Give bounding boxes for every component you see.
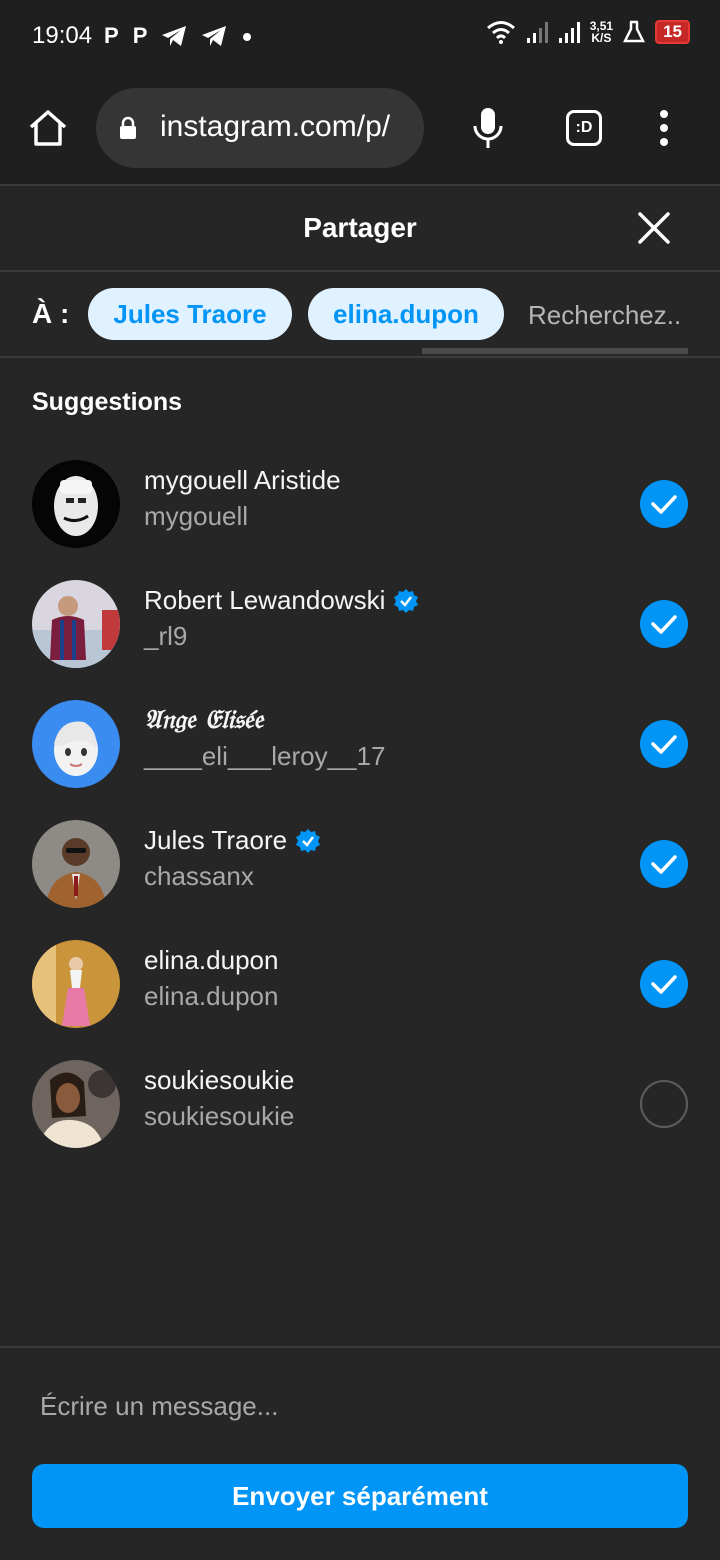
telegram-icon [202,26,227,46]
p-app-icon: P [104,23,119,48]
contact-handle: _rl9 [144,621,188,651]
recipients-row: À : Jules Traore elina.dupon Recherchez.… [0,272,720,356]
checkmark-icon [651,855,677,874]
contact-name-text: soukiesoukie [144,1065,295,1095]
search-underline [422,348,688,354]
url-text: instagram.com/p/ [160,110,391,143]
contact-handle: ____eli___leroy__17 [144,741,386,771]
contact-handle: soukiesoukie [144,1101,295,1131]
contact-name-text: Jules Traore [144,825,288,855]
contact-name-text: mygouell Aristide [144,465,341,495]
avatar [32,460,120,548]
browser-toolbar: instagram.com/p/ :D [0,72,720,184]
contact-name-text: Robert Lewandowski [144,585,386,615]
avatar [32,1060,120,1148]
message-input[interactable] [24,1376,696,1436]
share-header: Partager [0,186,720,270]
contact-handle: chassanx [144,861,254,891]
to-label: À : [32,298,70,329]
notification-icons: P P [104,22,253,50]
home-icon[interactable] [26,106,70,150]
signal-icon [558,22,580,43]
verified-badge-icon [296,828,321,853]
lock-icon [120,116,136,139]
contact-name: soukiesoukie [144,1065,294,1096]
avatar [32,580,120,668]
contact-name: Robert Lewandowski [144,585,419,616]
network-speed: 3,51 K/S [590,20,613,44]
recipient-chip[interactable]: elina.dupon [308,288,504,340]
checkmark-icon [651,615,677,634]
contact-name-text: elina.dupon [144,945,279,975]
select-checkbox[interactable] [640,480,688,528]
select-checkbox[interactable] [640,720,688,768]
checkmark-icon [651,735,677,754]
contact-name: mygouell Aristide [144,465,341,496]
tabs-button[interactable]: :D [566,110,602,146]
contact-name-text: 𝔄𝔫𝔤𝔢 𝔈𝔩𝔦𝔰𝔢́𝔢 [144,705,264,735]
speed-unit: K/S [591,31,612,45]
wifi-icon [486,21,515,44]
contact-row[interactable]: Robert Lewandowski _rl9 [0,569,720,679]
contact-row[interactable]: 𝔄𝔫𝔤𝔢 𝔈𝔩𝔦𝔰𝔢́𝔢 ____eli___leroy__17 [0,689,720,799]
dot-icon [243,33,252,41]
checkmark-icon [651,975,677,994]
search-input[interactable]: Recherchez.. [528,300,698,331]
divider [0,1346,720,1348]
contact-handle: mygouell [144,501,249,531]
checkmark-icon [651,495,677,514]
contact-row[interactable]: soukiesoukie soukiesoukie [0,1049,720,1159]
microphone-icon[interactable] [470,106,506,150]
select-checkbox[interactable] [640,840,688,888]
address-bar[interactable]: instagram.com/p/ [96,88,424,168]
status-bar: 19:04 P P 3,51 K/S 15 [0,0,720,72]
select-checkbox[interactable] [640,1080,688,1128]
avatar [32,820,120,908]
contact-handle: elina.dupon [144,981,279,1011]
avatar [32,940,120,1028]
divider [0,356,720,358]
page-title: Partager [303,212,417,243]
contact-row[interactable]: mygouell Aristide mygouell [0,449,720,559]
contact-name: Jules Traore [144,825,321,856]
more-vert-icon[interactable] [652,106,676,150]
select-checkbox[interactable] [640,960,688,1008]
contact-row[interactable]: elina.dupon elina.dupon [0,929,720,1039]
avatar [32,700,120,788]
close-icon[interactable] [636,210,672,246]
contact-row[interactable]: Jules Traore chassanx [0,809,720,919]
contact-name: 𝔄𝔫𝔤𝔢 𝔈𝔩𝔦𝔰𝔢́𝔢 [144,705,263,736]
status-time: 19:04 [32,22,93,49]
flask-icon [623,20,646,43]
contact-name: elina.dupon [144,945,278,976]
suggestions-heading: Suggestions [32,388,183,416]
verified-badge-icon [394,588,419,613]
status-right: 3,51 K/S 15 [486,20,690,44]
select-checkbox[interactable] [640,600,688,648]
recipient-chip[interactable]: Jules Traore [88,288,292,340]
p-app-icon: P [132,23,148,48]
signal-icon [526,22,548,43]
telegram-icon [162,26,187,46]
battery-indicator: 15 [655,20,690,44]
send-separately-button[interactable]: Envoyer séparément [32,1464,688,1528]
